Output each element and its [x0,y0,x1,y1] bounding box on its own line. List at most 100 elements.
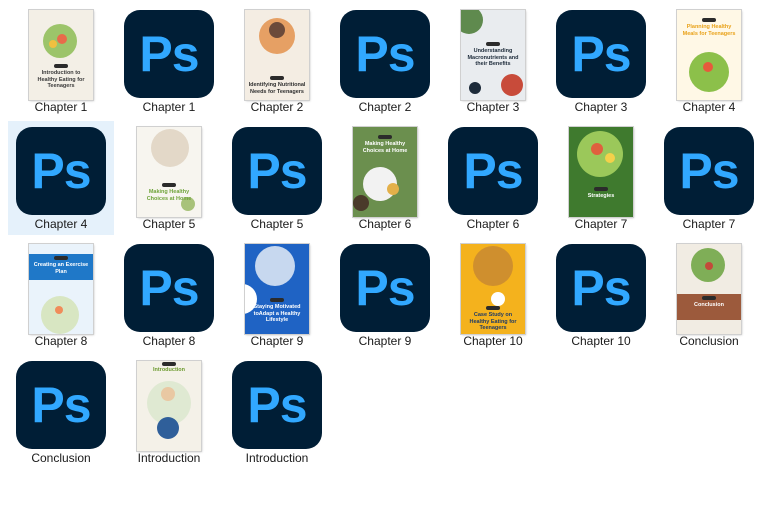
file-thumbnail[interactable]: Ps [8,361,114,453]
psd-file-item[interactable]: Ps Chapter 7 [656,121,762,235]
file-name-label[interactable]: Introduction [224,451,330,465]
image-file-item[interactable]: Conclusion Conclusion [656,238,762,352]
file-name-label[interactable]: Chapter 9 [332,334,438,348]
photoshop-icon-text: Ps [139,260,199,316]
photoshop-icon[interactable]: Ps [340,10,430,98]
photoshop-icon[interactable]: Ps [556,244,646,332]
file-name-label[interactable]: Chapter 5 [224,217,330,231]
file-thumbnail[interactable]: Staying Motivated toAdapt a Healthy Life… [224,244,330,336]
file-thumbnail[interactable]: Ps [656,127,762,219]
photoshop-icon[interactable]: Ps [16,361,106,449]
file-grid: Introduction to Healthy Eating for Teena… [0,0,766,505]
image-file-item[interactable]: Introduction Introduction [116,355,222,469]
file-name-label[interactable]: Chapter 9 [224,334,330,348]
psd-file-item[interactable]: Ps Conclusion [8,355,114,469]
file-name-label[interactable]: Introduction [116,451,222,465]
file-name-label[interactable]: Chapter 7 [548,217,654,231]
cover-thumbnail: Planning Healthy Meals for Teenagers [677,10,741,100]
cover-thumbnail: Making Healthy Choices at Home [353,127,417,217]
file-thumbnail[interactable]: Ps [440,127,546,219]
file-name-label[interactable]: Conclusion [8,451,114,465]
image-file-item[interactable]: Creating an Exercise Plan Chapter 8 [8,238,114,352]
file-thumbnail[interactable]: Conclusion [656,244,762,336]
photoshop-icon-text: Ps [679,143,739,199]
image-file-item[interactable]: Making Healthy Choices at Home Chapter 6 [332,121,438,235]
file-name-label[interactable]: Chapter 2 [332,100,438,114]
photoshop-icon[interactable]: Ps [124,10,214,98]
file-thumbnail[interactable]: Understanding Macronutrients and their B… [440,10,546,102]
file-name-label[interactable]: Chapter 6 [440,217,546,231]
photoshop-icon[interactable]: Ps [232,127,322,215]
photoshop-icon-text: Ps [463,143,523,199]
file-thumbnail[interactable]: Ps [224,127,330,219]
file-name-label[interactable]: Chapter 6 [332,217,438,231]
file-thumbnail[interactable]: Ps [116,244,222,336]
file-name-label[interactable]: Chapter 4 [656,100,762,114]
photoshop-icon[interactable]: Ps [232,361,322,449]
photoshop-icon[interactable]: Ps [448,127,538,215]
photoshop-icon-text: Ps [355,260,415,316]
file-name-label[interactable]: Chapter 8 [116,334,222,348]
file-name-label[interactable]: Chapter 4 [8,217,114,231]
image-file-item[interactable]: Case Study on Healthy Eating for Teenage… [440,238,546,352]
photoshop-icon[interactable]: Ps [16,127,106,215]
psd-file-item[interactable]: Ps Chapter 3 [548,4,654,118]
image-file-item[interactable]: Understanding Macronutrients and their B… [440,4,546,118]
image-file-item[interactable]: Strategies Chapter 7 [548,121,654,235]
chapter-tag [54,64,68,68]
file-thumbnail[interactable]: Ps [224,361,330,453]
file-thumbnail[interactable]: Strategies [548,127,654,219]
file-thumbnail[interactable]: Making Healthy Choices at Home [332,127,438,219]
file-name-label[interactable]: Chapter 1 [116,100,222,114]
photoshop-icon[interactable]: Ps [124,244,214,332]
psd-file-item[interactable]: Ps Chapter 6 [440,121,546,235]
image-file-item[interactable]: Making Healthy Choices at Home Chapter 5 [116,121,222,235]
file-thumbnail[interactable]: Ps [332,10,438,102]
file-name-label[interactable]: Chapter 10 [548,334,654,348]
file-thumbnail[interactable]: Ps [548,10,654,102]
file-thumbnail[interactable]: Creating an Exercise Plan [8,244,114,336]
cover-image-shape [387,183,399,195]
file-thumbnail[interactable]: Ps [332,244,438,336]
file-name-label[interactable]: Conclusion [656,334,762,348]
file-name-label[interactable]: Chapter 3 [548,100,654,114]
cover-image-shape [469,82,481,94]
cover-thumbnail: Case Study on Healthy Eating for Teenage… [461,244,525,334]
psd-file-item[interactable]: Ps Chapter 8 [116,238,222,352]
file-thumbnail[interactable]: Ps [548,244,654,336]
photoshop-icon-text: Ps [139,26,199,82]
psd-file-item[interactable]: Ps Chapter 1 [116,4,222,118]
file-name-label[interactable]: Chapter 7 [656,217,762,231]
psd-file-item[interactable]: Ps Chapter 4 [8,121,114,235]
psd-file-item[interactable]: Ps Chapter 10 [548,238,654,352]
file-thumbnail[interactable]: Ps [8,127,114,219]
cover-title: Creating an Exercise Plan [33,262,89,275]
file-name-label[interactable]: Chapter 8 [8,334,114,348]
image-file-item[interactable]: Planning Healthy Meals for Teenagers Chap… [656,4,762,118]
file-thumbnail[interactable]: Identifying Nutritional Needs for Teenag… [224,10,330,102]
file-name-label[interactable]: Chapter 3 [440,100,546,114]
cover-image-shape [705,262,713,270]
psd-file-item[interactable]: Ps Introduction [224,355,330,469]
cover-image-shape [689,52,729,92]
photoshop-icon[interactable]: Ps [664,127,754,215]
image-file-item[interactable]: Introduction to Healthy Eating for Teena… [8,4,114,118]
file-thumbnail[interactable]: Case Study on Healthy Eating for Teenage… [440,244,546,336]
photoshop-icon[interactable]: Ps [556,10,646,98]
psd-file-item[interactable]: Ps Chapter 5 [224,121,330,235]
file-name-label[interactable]: Chapter 2 [224,100,330,114]
file-thumbnail[interactable]: Introduction to Healthy Eating for Teena… [8,10,114,102]
file-thumbnail[interactable]: Ps [116,10,222,102]
file-thumbnail[interactable]: Planning Healthy Meals for Teenagers [656,10,762,102]
file-name-label[interactable]: Chapter 1 [8,100,114,114]
image-file-item[interactable]: Identifying Nutritional Needs for Teenag… [224,4,330,118]
file-name-label[interactable]: Chapter 5 [116,217,222,231]
file-thumbnail[interactable]: Introduction [116,361,222,453]
cover-thumbnail: Strategies [569,127,633,217]
psd-file-item[interactable]: Ps Chapter 2 [332,4,438,118]
file-thumbnail[interactable]: Making Healthy Choices at Home [116,127,222,219]
file-name-label[interactable]: Chapter 10 [440,334,546,348]
psd-file-item[interactable]: Ps Chapter 9 [332,238,438,352]
image-file-item[interactable]: Staying Motivated toAdapt a Healthy Life… [224,238,330,352]
photoshop-icon[interactable]: Ps [340,244,430,332]
